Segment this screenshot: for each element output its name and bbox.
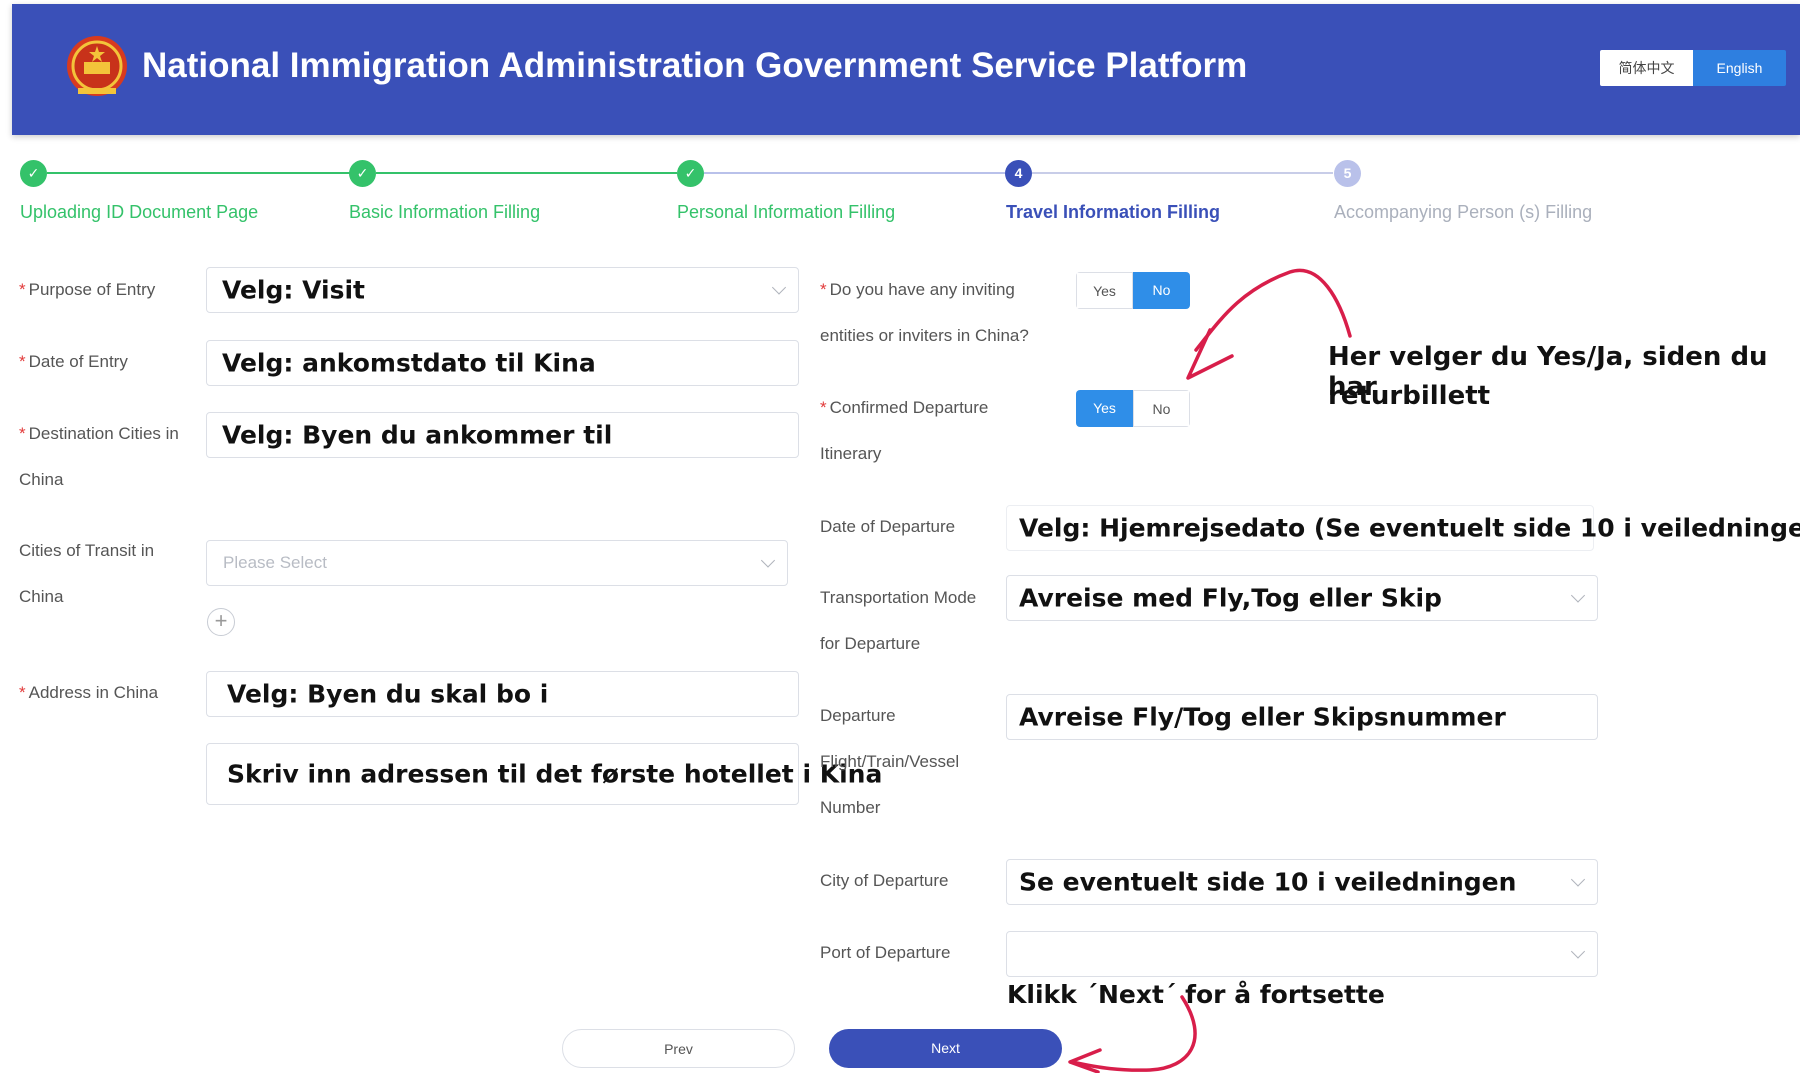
purpose-of-entry-label: * Purpose of Entry: [19, 280, 156, 299]
transportation-mode-select[interactable]: Avreise med Fly,Tog eller Skip: [1006, 575, 1598, 621]
inviting-yes-button[interactable]: Yes: [1076, 272, 1133, 309]
inviting-entities-label-line2: entities or inviters in China?: [820, 326, 1029, 345]
step-connector-2: [376, 172, 677, 174]
destination-cities-select[interactable]: Velg: Byen du ankommer til: [206, 412, 799, 458]
inviting-no-button[interactable]: No: [1133, 272, 1190, 309]
departure-flight-label-line2: Flight/Train/Vessel: [820, 752, 960, 771]
inviting-entities-toggle: Yes No: [1076, 272, 1190, 309]
transportation-mode-label: Transportation Mode: [820, 588, 977, 607]
confirmed-departure-label: * Confirmed Departure: [820, 398, 989, 417]
lang-chinese-button[interactable]: 简体中文: [1600, 50, 1693, 86]
prev-button[interactable]: Prev: [562, 1029, 795, 1068]
step-4-label: Travel Information Filling: [1006, 202, 1221, 222]
arrowhead-to-yes-toggle: [1186, 328, 1234, 380]
date-of-departure-label: Date of Departure: [820, 517, 956, 536]
date-of-entry-field[interactable]: Velg: ankomstdato til Kina: [206, 340, 799, 386]
destination-cities-label-line2: China: [19, 470, 64, 489]
step-connector-4: [1032, 172, 1333, 174]
step-1-label: Uploading ID Document Page: [20, 202, 259, 222]
top-header: National Immigration Administration Gove…: [12, 4, 1800, 135]
yes-instruction-note-line2: returbillett: [1328, 381, 1491, 411]
confirmed-departure-label-line2: Itinerary: [820, 444, 882, 463]
step-4-number: 4: [1005, 160, 1032, 187]
chevron-down-icon: [1570, 944, 1586, 959]
language-switch: 简体中文 English: [1600, 50, 1786, 86]
step-1-check-icon: ✓: [20, 160, 47, 187]
next-instruction-note: Klikk ´Next´ for å fortsette: [1007, 980, 1385, 1009]
chevron-down-icon: [760, 553, 776, 568]
chevron-down-icon: [1570, 588, 1586, 603]
step-3-label: Personal Information Filling: [677, 202, 896, 222]
transit-cities-label: Cities of Transit in: [19, 541, 155, 560]
step-5-label: Accompanying Person (s) Filling: [1334, 202, 1593, 222]
arrowhead-to-next-button: [1068, 1048, 1102, 1073]
add-transit-city-button[interactable]: +: [207, 608, 235, 636]
step-3-check-icon: ✓: [677, 160, 704, 187]
required-asterisk: *: [19, 280, 26, 299]
step-5-number: 5: [1334, 160, 1361, 187]
destination-cities-label: * Destination Cities in: [19, 424, 179, 443]
inviting-entities-label: * Do you have any inviting: [820, 280, 1015, 299]
step-connector-3: [704, 172, 1005, 174]
transit-cities-select[interactable]: Please Select: [206, 540, 788, 586]
site-title: National Immigration Administration Gove…: [142, 46, 1248, 85]
address-in-china-label: * Address in China: [19, 683, 159, 702]
required-asterisk: *: [820, 280, 827, 299]
address-detail-textarea[interactable]: Skriv inn adressen til det første hotell…: [206, 743, 882, 805]
departure-flight-label: Departure: [820, 706, 896, 725]
step-connector-1: [47, 172, 350, 174]
chevron-down-icon: [771, 280, 787, 295]
chevron-down-icon: [1570, 872, 1586, 887]
confirmed-departure-toggle: Yes No: [1076, 390, 1190, 427]
confirmed-yes-button[interactable]: Yes: [1076, 390, 1133, 427]
transit-cities-label-line2: China: [19, 587, 64, 606]
lang-english-button[interactable]: English: [1693, 50, 1786, 86]
transportation-mode-label-line2: for Departure: [820, 634, 921, 653]
date-of-departure-field[interactable]: Velg: Hjemrejsedato (Se eventuelt side 1…: [1006, 505, 1800, 551]
arrow-to-yes-toggle: [1194, 268, 1352, 352]
required-asterisk: *: [820, 398, 827, 417]
date-of-entry-label: * Date of Entry: [19, 352, 128, 371]
next-button[interactable]: Next: [829, 1029, 1062, 1068]
required-asterisk: *: [19, 424, 26, 443]
step-2-check-icon: ✓: [349, 160, 376, 187]
purpose-of-entry-select[interactable]: Velg: Visit: [206, 267, 799, 313]
required-asterisk: *: [19, 352, 26, 371]
address-city-select[interactable]: Velg: Byen du skal bo i: [206, 671, 799, 717]
city-of-departure-label: City of Departure: [820, 871, 949, 890]
confirmed-no-button[interactable]: No: [1133, 390, 1190, 427]
departure-flight-label-line3: Number: [820, 798, 881, 817]
step-2-label: Basic Information Filling: [349, 202, 541, 222]
national-emblem-logo: [67, 36, 127, 96]
required-asterisk: *: [19, 683, 26, 702]
city-of-departure-select[interactable]: Se eventuelt side 10 i veiledningen: [1006, 859, 1598, 905]
departure-flight-number-field[interactable]: Avreise Fly/Tog eller Skipsnummer: [1006, 694, 1598, 740]
port-of-departure-label: Port of Departure: [820, 943, 951, 962]
port-of-departure-select[interactable]: [1006, 931, 1598, 977]
